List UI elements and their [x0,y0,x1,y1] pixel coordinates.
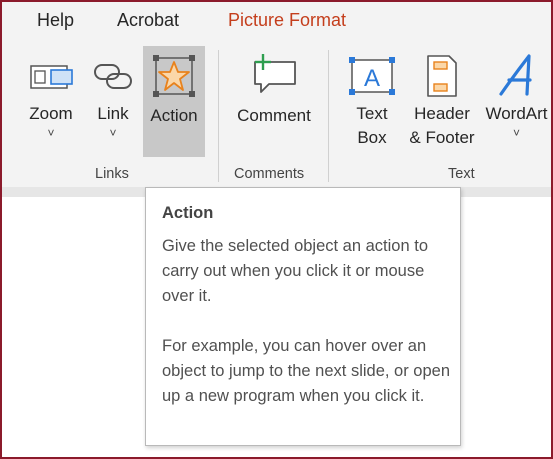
group-label-links: Links [95,166,129,182]
link-caret-icon[interactable]: ˅ [86,126,140,140]
text-box-button[interactable]: A Text Box [344,52,400,162]
link-button[interactable]: Link ˅ [86,52,140,162]
action-star-icon [153,55,195,97]
action-tooltip: Action Give the selected object an actio… [145,187,461,446]
tooltip-example: For example, you can hover over an objec… [162,337,451,405]
text-box-label-line2: Box [357,128,387,147]
tab-picture-format[interactable]: Picture Format [228,10,346,31]
wordart-button[interactable]: WordArt ˅ [482,52,551,162]
tab-acrobat[interactable]: Acrobat [117,10,179,31]
svg-text:A: A [364,65,380,92]
comment-button[interactable]: Comment [230,52,318,132]
header-footer-icon [427,55,457,97]
zoom-caret-icon[interactable]: ˅ [22,126,80,140]
group-label-text: Text [448,166,475,182]
tab-help[interactable]: Help [37,10,74,31]
comment-label: Comment [237,106,311,125]
wordart-icon [499,54,532,96]
link-label: Link [97,104,129,123]
text-box-label-line1: Text [356,104,388,123]
link-icon [94,64,132,89]
header-footer-label-line2: & Footer [409,128,475,147]
action-label: Action [150,106,198,125]
header-footer-label-line1: Header [414,104,470,123]
group-separator [328,50,329,182]
ribbon: Help Acrobat Picture Format Zoom ˅ Link … [2,2,551,197]
text-box-icon: A [349,57,395,95]
group-label-comments: Comments [234,166,305,182]
zoom-icon [30,65,73,89]
comment-icon [254,54,296,93]
wordart-label: WordArt [485,104,548,123]
tooltip-description: Give the selected object an action to ca… [162,237,428,305]
zoom-label: Zoom [29,104,73,123]
window-frame: Help Acrobat Picture Format Zoom ˅ Link … [0,0,553,459]
wordart-caret-icon[interactable]: ˅ [482,126,551,140]
action-button[interactable]: Action [143,46,205,157]
zoom-button[interactable]: Zoom ˅ [22,52,80,162]
header-footer-button[interactable]: Header & Footer [404,52,480,162]
group-separator [218,50,219,182]
tooltip-title: Action [162,204,214,222]
